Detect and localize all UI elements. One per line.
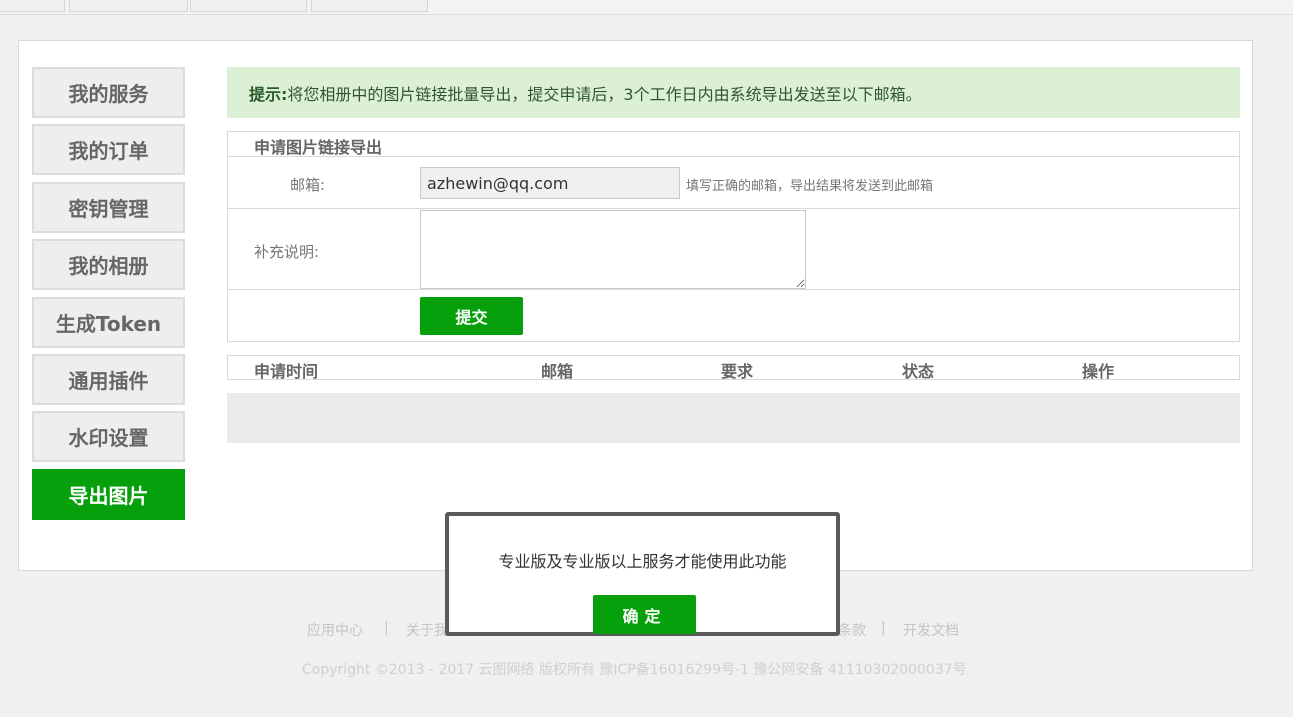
footer-link-about[interactable]: 关于我 bbox=[406, 620, 448, 640]
top-nav-tab[interactable] bbox=[0, 0, 65, 12]
export-request-form: 申请图片链接导出 邮箱: 填写正确的邮箱，导出结果将发送到此邮箱 补充说明: 提… bbox=[227, 131, 1240, 342]
upgrade-required-dialog: 专业版及专业版以上服务才能使用此功能 确定 bbox=[445, 512, 840, 636]
sidebar-item-watermark[interactable]: 水印设置 bbox=[32, 411, 185, 462]
email-hint: 填写正确的邮箱，导出结果将发送到此邮箱 bbox=[686, 179, 934, 194]
footer-link-app-center[interactable]: 应用中心 bbox=[307, 620, 363, 640]
top-nav-tab[interactable] bbox=[311, 0, 428, 12]
footer-separator: | bbox=[881, 620, 886, 636]
tip-banner: 提示: 将您相册中的图片链接批量导出，提交申请后，3个工作日内由系统导出发送至以… bbox=[227, 67, 1240, 118]
row-divider bbox=[228, 289, 1239, 290]
note-label: 补充说明: bbox=[254, 243, 320, 261]
sidebar-item-my-albums[interactable]: 我的相册 bbox=[32, 239, 185, 290]
sidebar-item-my-orders[interactable]: 我的订单 bbox=[32, 124, 185, 175]
tip-text: 将您相册中的图片链接批量导出，提交申请后，3个工作日内由系统导出发送至以下邮箱。 bbox=[287, 84, 922, 104]
note-textarea[interactable] bbox=[420, 210, 806, 289]
email-field[interactable] bbox=[420, 167, 680, 199]
sidebar-item-export-images[interactable]: 导出图片 bbox=[32, 469, 185, 520]
form-header: 申请图片链接导出 bbox=[228, 132, 1239, 157]
submit-button[interactable]: 提交 bbox=[420, 297, 523, 335]
column-header-time: 申请时间 bbox=[254, 362, 319, 381]
sidebar-item-generate-token[interactable]: 生成Token bbox=[32, 297, 185, 348]
footer-copyright: Copyright ©2013 - 2017 云图网络 版权所有 豫ICP备16… bbox=[302, 662, 967, 678]
records-table-empty-body bbox=[227, 393, 1240, 443]
sidebar-item-my-services[interactable]: 我的服务 bbox=[32, 67, 185, 118]
column-header-requirement: 要求 bbox=[721, 362, 754, 381]
confirm-button[interactable]: 确定 bbox=[593, 595, 696, 634]
tip-prefix: 提示: bbox=[249, 84, 288, 104]
top-nav-bar bbox=[0, 0, 1293, 15]
sidebar-item-key-management[interactable]: 密钥管理 bbox=[32, 182, 185, 233]
top-nav-tab[interactable] bbox=[190, 0, 307, 12]
column-header-actions: 操作 bbox=[1082, 362, 1115, 381]
dialog-message: 专业版及专业版以上服务才能使用此功能 bbox=[498, 552, 787, 571]
records-table-header: 申请时间 邮箱 要求 状态 操作 bbox=[227, 355, 1240, 381]
form-title: 申请图片链接导出 bbox=[254, 138, 383, 157]
column-header-status: 状态 bbox=[902, 362, 935, 381]
row-divider bbox=[228, 208, 1239, 209]
sidebar-item-plugins[interactable]: 通用插件 bbox=[32, 354, 185, 405]
footer-link-terms[interactable]: 条款 bbox=[838, 620, 866, 640]
footer-separator: | bbox=[384, 620, 389, 636]
email-label: 邮箱: bbox=[290, 176, 326, 194]
column-header-email: 邮箱 bbox=[541, 362, 574, 381]
footer-link-dev-docs[interactable]: 开发文档 bbox=[903, 620, 959, 640]
top-nav-tab[interactable] bbox=[69, 0, 188, 12]
